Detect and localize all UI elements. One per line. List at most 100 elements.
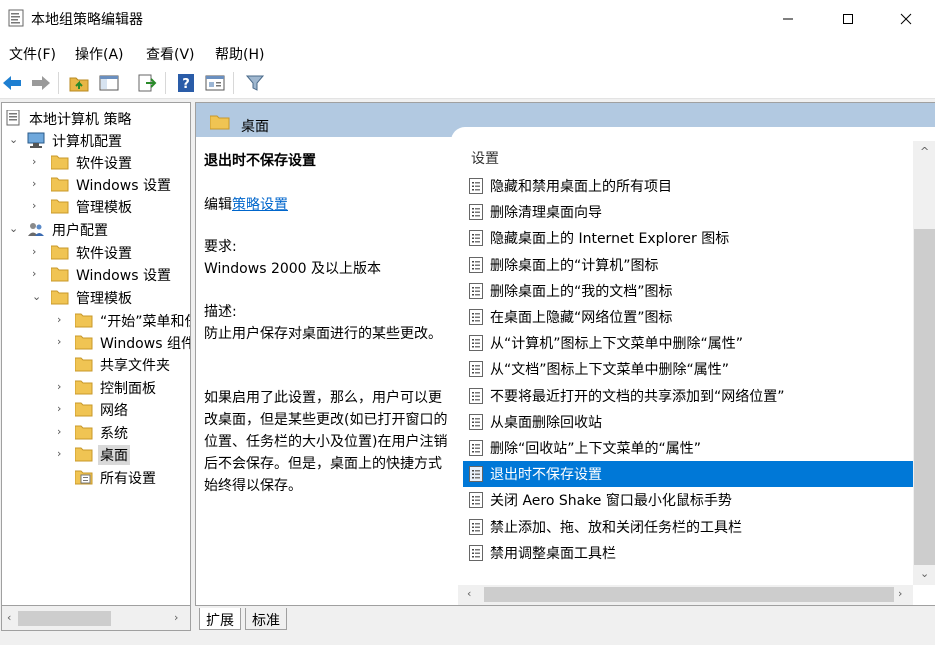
back-button[interactable] bbox=[0, 71, 24, 95]
setting-row[interactable]: 关闭 Aero Shake 窗口最小化鼠标手势 bbox=[463, 487, 913, 513]
users-icon bbox=[27, 221, 45, 237]
tree-item-desktop[interactable]: › 桌面 bbox=[5, 444, 190, 466]
chevron-right-icon[interactable]: › bbox=[57, 336, 67, 348]
policy-editor-icon bbox=[8, 9, 24, 27]
list-horizontal-scrollbar[interactable]: ‹ › bbox=[458, 585, 913, 605]
tree-item-admin-templates[interactable]: › 管理模板 bbox=[5, 196, 190, 218]
chevron-right-icon[interactable]: › bbox=[32, 178, 42, 190]
folder-icon bbox=[74, 334, 93, 350]
chevron-right-icon[interactable]: › bbox=[57, 448, 67, 460]
setting-row[interactable]: 从桌面删除回收站 bbox=[463, 409, 913, 435]
setting-row[interactable]: 隐藏和禁用桌面上的所有项目 bbox=[463, 173, 913, 199]
tree-item-system[interactable]: › 系统 bbox=[5, 422, 190, 444]
chevron-right-icon[interactable]: › bbox=[57, 403, 67, 415]
tree-horizontal-scrollbar[interactable]: ‹ › bbox=[1, 606, 191, 631]
policy-setting-icon bbox=[469, 466, 483, 483]
setting-row[interactable]: 从“文档”图标上下文菜单中删除“属性” bbox=[463, 356, 913, 382]
policy-setting-icon bbox=[469, 518, 483, 535]
chevron-down-icon[interactable]: ⌄ bbox=[9, 134, 19, 146]
scroll-up-icon[interactable]: ^ bbox=[920, 145, 929, 158]
folder-icon bbox=[209, 114, 230, 130]
folder-icon bbox=[74, 446, 93, 462]
setting-row[interactable]: 退出时不保存设置 bbox=[463, 461, 913, 488]
setting-label: 隐藏桌面上的 Internet Explorer 图标 bbox=[490, 231, 730, 248]
scroll-thumb[interactable] bbox=[484, 587, 894, 602]
scroll-thumb[interactable] bbox=[18, 611, 111, 626]
tree-item-all-settings[interactable]: 所有设置 bbox=[5, 467, 190, 489]
forward-button[interactable] bbox=[29, 71, 53, 95]
properties-button[interactable] bbox=[203, 71, 227, 95]
close-button[interactable] bbox=[883, 0, 929, 38]
tab-standard[interactable]: 标准 bbox=[245, 608, 287, 630]
setting-row[interactable]: 在桌面上隐藏“网络位置”图标 bbox=[463, 304, 913, 330]
maximize-button[interactable] bbox=[825, 0, 871, 38]
tree-item-computer-config[interactable]: ⌄ 计算机配置 bbox=[5, 130, 190, 152]
show-hide-tree-icon bbox=[99, 75, 119, 91]
folder-icon bbox=[74, 356, 93, 372]
chevron-down-icon[interactable]: ⌄ bbox=[9, 223, 19, 235]
tree-item-user-config[interactable]: ⌄ 用户配置 bbox=[5, 219, 190, 241]
setting-row[interactable]: 删除桌面上的“计算机”图标 bbox=[463, 252, 913, 278]
setting-row[interactable]: 禁用调整桌面工具栏 bbox=[463, 540, 913, 566]
chevron-right-icon[interactable]: › bbox=[57, 381, 67, 393]
scroll-down-icon[interactable]: ⌄ bbox=[920, 567, 929, 580]
setting-row[interactable]: 删除“回收站”上下文菜单的“属性” bbox=[463, 435, 913, 461]
setting-row[interactable]: 删除桌面上的“我的文档”图标 bbox=[463, 278, 913, 304]
chevron-right-icon[interactable]: › bbox=[32, 156, 42, 168]
setting-row[interactable]: 隐藏桌面上的 Internet Explorer 图标 bbox=[463, 225, 913, 251]
scroll-right-icon[interactable]: › bbox=[174, 611, 178, 624]
edit-policy-link[interactable]: 策略设置 bbox=[232, 197, 288, 213]
tree-item-software-settings[interactable]: › 软件设置 bbox=[5, 152, 190, 174]
tree-item-local-policy[interactable]: 本地计算机 策略 bbox=[5, 108, 190, 130]
tree-item-start-menu[interactable]: › “开始”菜单和任 bbox=[5, 310, 190, 332]
policy-setting-icon bbox=[469, 361, 483, 378]
scroll-thumb[interactable] bbox=[914, 229, 935, 565]
title-bar: 本地组策略编辑器 bbox=[0, 0, 935, 38]
scroll-left-icon[interactable]: ‹ bbox=[7, 611, 11, 624]
chevron-right-icon[interactable]: › bbox=[32, 246, 42, 258]
setting-row[interactable]: 删除清理桌面向导 bbox=[463, 199, 913, 225]
chevron-right-icon[interactable]: › bbox=[32, 268, 42, 280]
setting-row[interactable]: 从“计算机”图标上下文菜单中删除“属性” bbox=[463, 330, 913, 356]
setting-row[interactable]: 不要将最近打开的文档的共享添加到“网络位置” bbox=[463, 383, 913, 409]
filter-button[interactable] bbox=[243, 71, 267, 95]
export-list-button[interactable] bbox=[135, 71, 159, 95]
tab-extended[interactable]: 扩展 bbox=[199, 608, 241, 630]
folder-icon bbox=[74, 424, 93, 440]
scroll-left-icon[interactable]: ‹ bbox=[467, 587, 471, 600]
tree-item-windows-settings[interactable]: › Windows 设置 bbox=[5, 264, 190, 286]
menu-bar: 文件(F) 操作(A) 查看(V) 帮助(H) bbox=[0, 38, 935, 68]
policy-setting-icon bbox=[469, 309, 483, 325]
properties-icon bbox=[205, 75, 225, 91]
tree-item-windows-settings[interactable]: › Windows 设置 bbox=[5, 174, 190, 196]
scroll-right-icon[interactable]: › bbox=[898, 587, 902, 600]
tree-item-shared-folders[interactable]: 共享文件夹 bbox=[5, 354, 190, 376]
minimize-button[interactable] bbox=[765, 0, 811, 38]
chevron-right-icon[interactable]: › bbox=[57, 426, 67, 438]
help-icon: ? bbox=[178, 74, 194, 92]
tree-item-windows-components[interactable]: › Windows 组件 bbox=[5, 332, 190, 354]
setting-row[interactable]: 禁止添加、拖、放和关闭任务栏的工具栏 bbox=[463, 514, 913, 540]
menu-help[interactable]: 帮助(H) bbox=[215, 44, 264, 64]
minimize-icon bbox=[783, 18, 793, 20]
list-vertical-scrollbar[interactable]: ^ ⌄ bbox=[913, 141, 935, 585]
up-folder-button[interactable] bbox=[67, 71, 91, 95]
setting-label: 删除清理桌面向导 bbox=[490, 205, 602, 222]
column-header-setting[interactable]: 设置 bbox=[471, 148, 499, 168]
menu-file[interactable]: 文件(F) bbox=[9, 44, 56, 64]
show-hide-tree-button[interactable] bbox=[97, 71, 121, 95]
help-button[interactable]: ? bbox=[174, 71, 198, 95]
requirements-label: 要求: bbox=[204, 239, 237, 255]
menu-action[interactable]: 操作(A) bbox=[75, 44, 124, 64]
menu-view[interactable]: 查看(V) bbox=[146, 44, 195, 64]
tree-item-label: 所有设置 bbox=[100, 471, 156, 487]
description-value: 防止用户保存对桌面进行的某些更改。 bbox=[204, 326, 442, 342]
tree-item-software-settings[interactable]: › 软件设置 bbox=[5, 242, 190, 264]
chevron-right-icon[interactable]: › bbox=[32, 200, 42, 212]
chevron-down-icon[interactable]: ⌄ bbox=[32, 291, 42, 303]
tree-item-control-panel[interactable]: › 控制面板 bbox=[5, 377, 190, 399]
tree-item-network[interactable]: › 网络 bbox=[5, 399, 190, 421]
up-folder-icon bbox=[69, 77, 89, 92]
chevron-right-icon[interactable]: › bbox=[57, 314, 67, 326]
tree-item-admin-templates[interactable]: ⌄ 管理模板 bbox=[5, 287, 190, 309]
